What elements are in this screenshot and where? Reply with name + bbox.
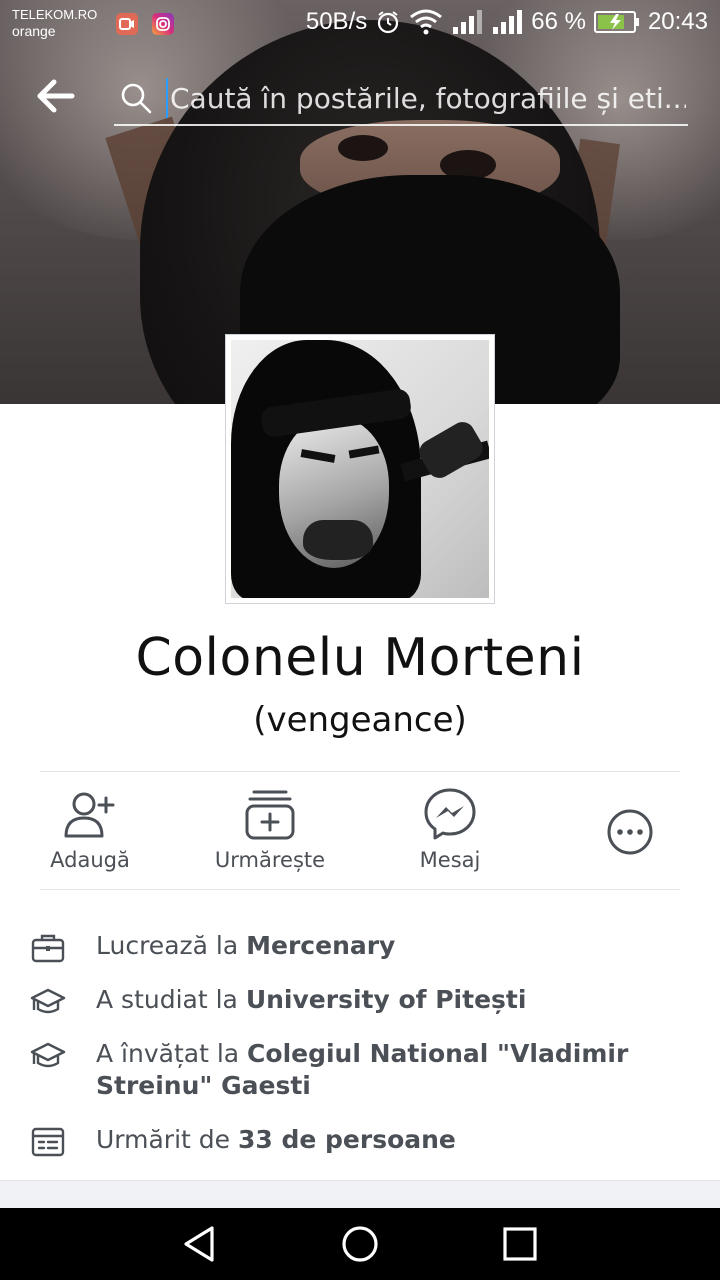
section-separator <box>0 1180 720 1208</box>
profile-photo-detail <box>303 520 373 560</box>
follow-label: Urmărește <box>214 848 326 872</box>
messenger-icon <box>424 788 476 840</box>
profile-actions: Adaugă Urmărește Mesaj <box>0 780 720 880</box>
signal-icon <box>453 10 483 34</box>
message-label: Mesaj <box>419 848 481 872</box>
followers-card-icon <box>31 1127 65 1157</box>
carrier-name: TELEKOM.RO <box>12 7 98 22</box>
profile-alternate-name: (vengeance) <box>253 700 467 740</box>
instagram-icon <box>152 13 174 35</box>
wifi-icon <box>410 9 443 35</box>
info-school-prefix: A învățat la <box>96 1039 248 1068</box>
info-study-place[interactable]: University of Pitești <box>246 985 527 1014</box>
follow-icon <box>245 790 295 840</box>
status-right: 50B/s 66 % 20:43 <box>306 8 708 36</box>
profile-picture[interactable] <box>225 334 495 604</box>
battery-charging-icon <box>593 11 639 33</box>
alarm-icon <box>378 11 399 34</box>
navigation-bar <box>0 1208 720 1280</box>
screen-recorder-icon <box>116 13 138 35</box>
cover-figure-eye <box>338 135 388 161</box>
divider <box>40 771 680 772</box>
add-friend-icon <box>64 792 115 838</box>
info-school[interactable]: A învățat la Colegiul National "Vladimir… <box>0 1038 720 1102</box>
square-recents-icon <box>503 1227 537 1261</box>
carrier-info: TELEKOM.RO orange <box>12 6 97 40</box>
graduation-cap-icon <box>30 1042 66 1068</box>
search-input[interactable] <box>166 78 686 118</box>
profile-name: Colonelu Morteni <box>135 628 585 688</box>
profile-photo <box>231 340 489 598</box>
status-bar: TELEKOM.RO orange 50B/s 66 % 20:43 <box>0 0 720 48</box>
nav-back-button[interactable] <box>180 1224 220 1264</box>
info-study-prefix: A studiat la <box>96 985 246 1014</box>
follow-button[interactable]: Urmărește <box>180 780 360 880</box>
info-work-prefix: Lucrează la <box>96 931 247 960</box>
add-friend-label: Adaugă <box>50 848 130 872</box>
battery-percent: 66 % <box>531 8 586 35</box>
more-button[interactable] <box>540 780 720 880</box>
signal-icon <box>493 10 523 34</box>
info-study[interactable]: A studiat la University of Pitești <box>0 984 720 1016</box>
divider <box>40 889 680 890</box>
message-button[interactable]: Mesaj <box>360 780 540 880</box>
info-followers[interactable]: Urmărit de 33 de persoane <box>0 1124 720 1157</box>
intro-section: Lucrează la Mercenary A studiat la Unive… <box>0 930 720 1178</box>
nav-recents-button[interactable] <box>500 1224 540 1264</box>
briefcase-icon <box>31 934 65 963</box>
network-speed: 50B/s <box>305 8 368 35</box>
arrow-left-icon <box>37 79 75 113</box>
triangle-back-icon <box>184 1226 214 1262</box>
nav-home-button[interactable] <box>340 1224 380 1264</box>
add-friend-button[interactable]: Adaugă <box>0 780 180 880</box>
search-bar[interactable] <box>114 70 688 126</box>
circle-home-icon <box>342 1226 378 1262</box>
back-button[interactable] <box>34 74 78 118</box>
carrier-secondary: orange <box>12 23 56 39</box>
info-work-place[interactable]: Mercenary <box>246 931 395 960</box>
clock: 20:43 <box>647 8 708 35</box>
info-followers-value[interactable]: 33 de persoane <box>238 1125 456 1154</box>
graduation-cap-icon <box>30 988 66 1014</box>
info-work[interactable]: Lucrează la Mercenary <box>0 930 720 963</box>
more-icon <box>607 809 653 855</box>
search-icon <box>121 83 152 114</box>
info-followers-prefix: Urmărit de <box>96 1125 238 1154</box>
